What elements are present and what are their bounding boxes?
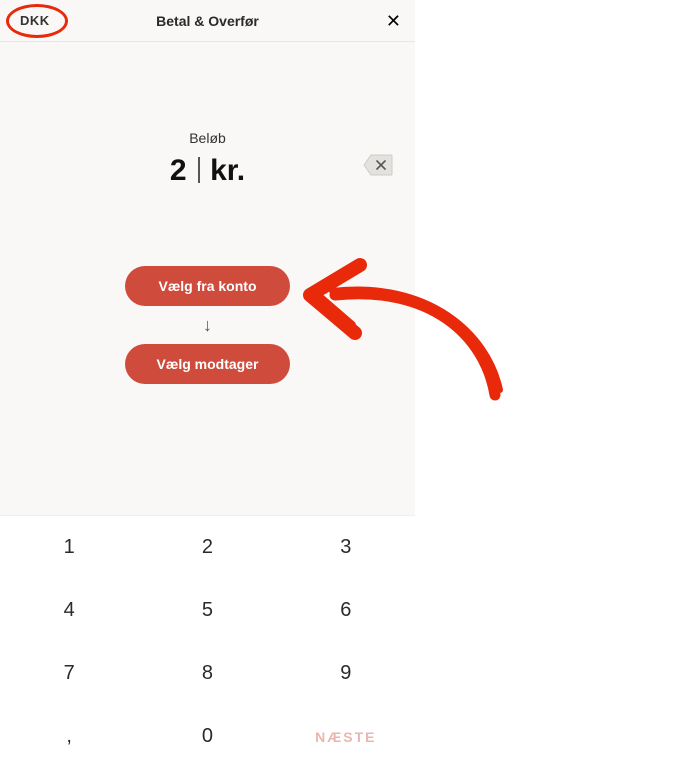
key-2[interactable]: 2 [138, 516, 276, 579]
amount-label: Beløb [0, 130, 415, 146]
key-9[interactable]: 9 [277, 642, 415, 705]
amount-input[interactable]: 2 kr. [170, 154, 245, 188]
amount-value: 2 [170, 154, 187, 188]
app-screen: DKK Betal & Overfør ✕ Beløb 2 kr. Vælg fr… [0, 0, 415, 768]
page-title: Betal & Overfør [156, 13, 259, 29]
key-5[interactable]: 5 [138, 579, 276, 642]
select-recipient-button[interactable]: Vælg modtager [125, 344, 290, 384]
header: DKK Betal & Overfør ✕ [0, 0, 415, 42]
key-8[interactable]: 8 [138, 642, 276, 705]
next-button[interactable]: NÆSTE [277, 705, 415, 768]
close-icon[interactable]: ✕ [386, 12, 401, 30]
key-3[interactable]: 3 [277, 516, 415, 579]
backspace-button[interactable] [363, 154, 393, 176]
backspace-icon [363, 154, 393, 176]
numeric-keypad: 1 2 3 4 5 6 7 8 9 , 0 NÆSTE [0, 515, 415, 768]
select-from-account-button[interactable]: Vælg fra konto [125, 266, 290, 306]
key-4[interactable]: 4 [0, 579, 138, 642]
key-7[interactable]: 7 [0, 642, 138, 705]
key-0[interactable]: 0 [138, 705, 276, 768]
account-actions: Vælg fra konto ↓ Vælg modtager [0, 266, 415, 384]
key-6[interactable]: 6 [277, 579, 415, 642]
currency-selector[interactable]: DKK [14, 11, 56, 30]
amount-block: Beløb 2 kr. [0, 130, 415, 188]
currency-slot: DKK [14, 12, 74, 30]
arrow-down-icon: ↓ [203, 316, 212, 334]
amount-suffix: kr. [210, 154, 245, 188]
close-slot: ✕ [341, 12, 401, 30]
key-1[interactable]: 1 [0, 516, 138, 579]
text-cursor [198, 157, 200, 183]
key-comma[interactable]: , [0, 705, 138, 768]
